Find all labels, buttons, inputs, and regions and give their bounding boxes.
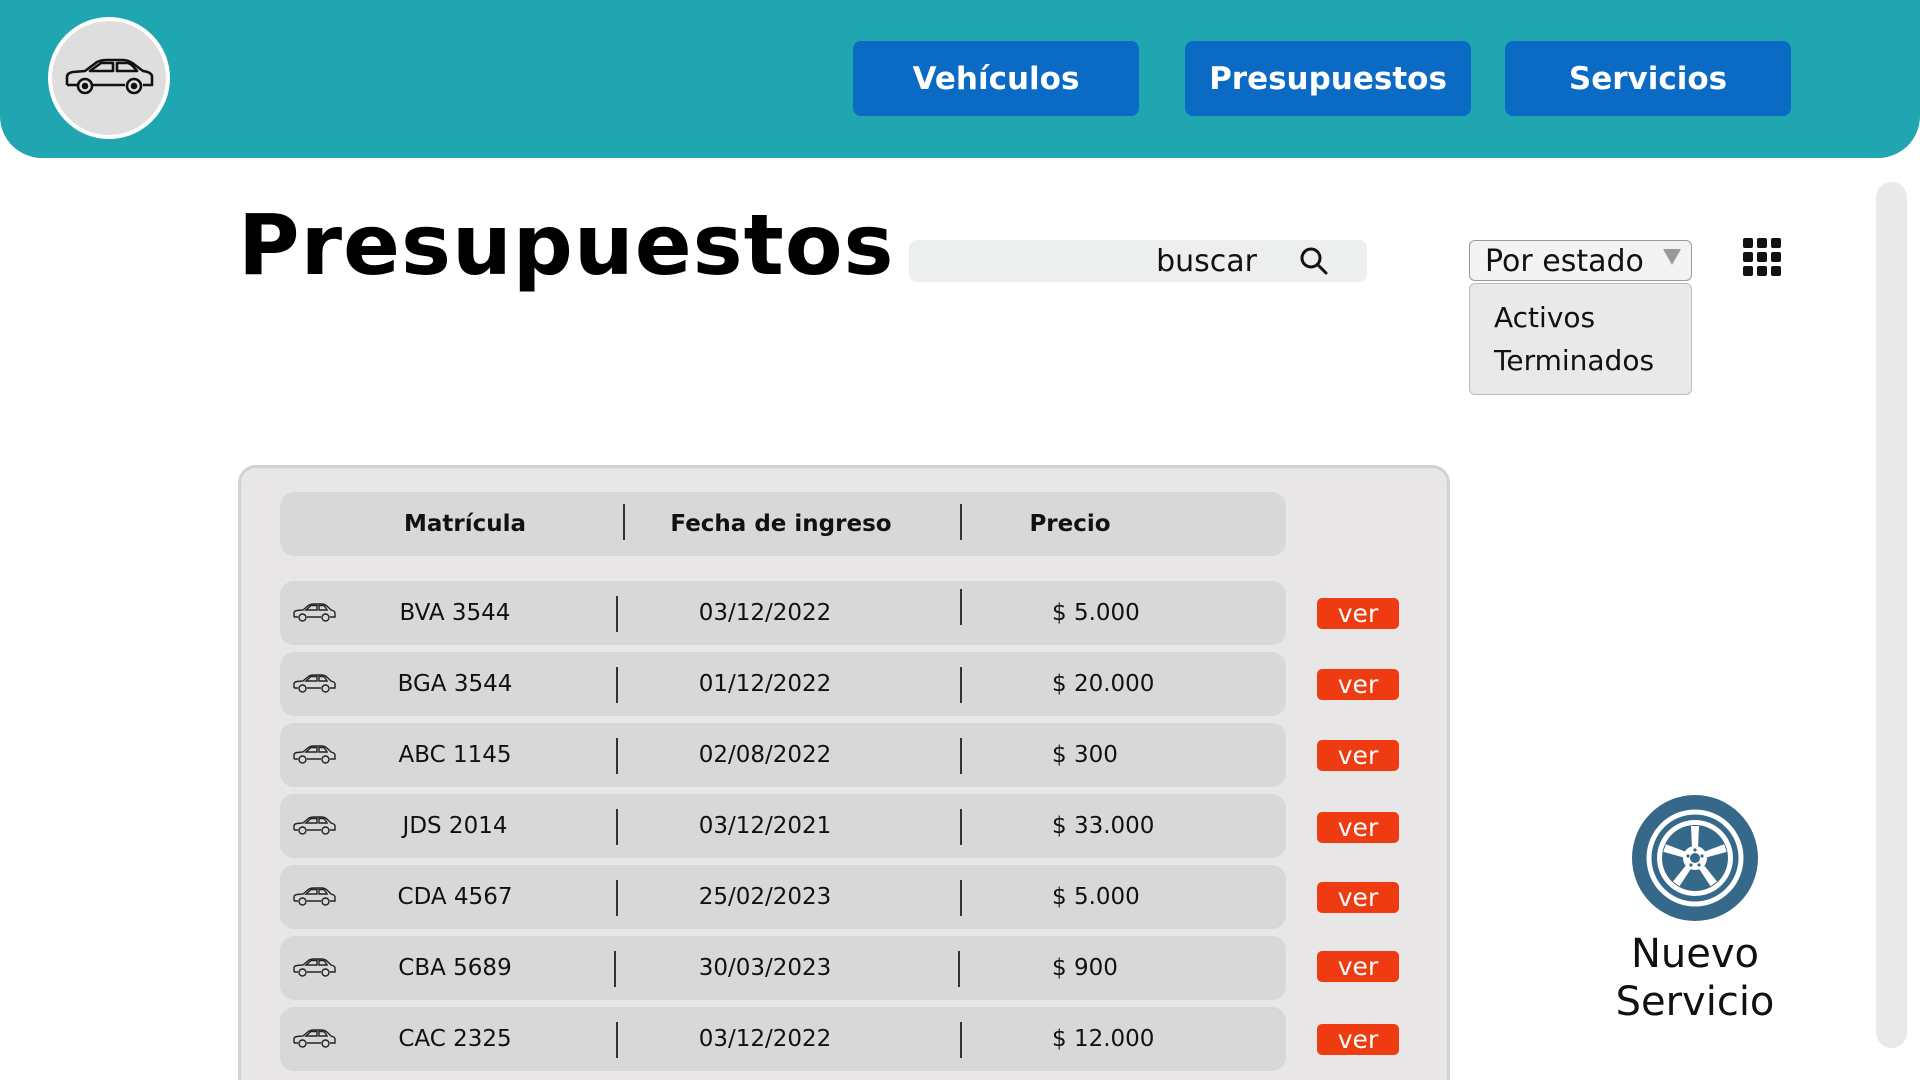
table-row[interactable]: BGA 3544 01/12/2022 $ 20.000 bbox=[280, 652, 1286, 716]
cell-fecha: 03/12/2022 bbox=[698, 1026, 832, 1052]
search-icon[interactable] bbox=[1299, 246, 1329, 276]
cell-fecha: 01/12/2022 bbox=[698, 671, 832, 697]
ver-button[interactable]: ver bbox=[1317, 598, 1399, 629]
cell-precio: $ 300 bbox=[1052, 742, 1118, 768]
new-service-label-line2: Servicio bbox=[1615, 979, 1775, 1025]
cell-fecha: 25/02/2023 bbox=[698, 884, 832, 910]
column-divider bbox=[960, 667, 962, 703]
cell-precio: $ 12.000 bbox=[1052, 1026, 1155, 1052]
ver-button[interactable]: ver bbox=[1317, 812, 1399, 843]
cell-precio: $ 5.000 bbox=[1052, 884, 1140, 910]
column-header-matricula: Matrícula bbox=[403, 511, 527, 537]
table-header: Matrícula Fecha de ingreso Precio bbox=[280, 492, 1286, 556]
table-row[interactable]: BVA 3544 03/12/2022 $ 5.000 bbox=[280, 581, 1286, 645]
ver-button[interactable]: ver bbox=[1317, 740, 1399, 771]
table-row[interactable]: JDS 2014 03/12/2021 $ 33.000 bbox=[280, 794, 1286, 858]
new-service-button[interactable] bbox=[1632, 795, 1758, 921]
wheel-icon bbox=[1646, 809, 1744, 907]
new-service-label: Nuevo Servicio bbox=[1600, 930, 1790, 1026]
vertical-scrollbar[interactable] bbox=[1876, 182, 1907, 1048]
cell-precio: $ 33.000 bbox=[1052, 813, 1155, 839]
status-filter-menu: Activos Terminados bbox=[1469, 283, 1692, 395]
column-divider bbox=[623, 504, 625, 540]
table-row[interactable]: CAC 2325 03/12/2022 $ 12.000 bbox=[280, 1007, 1286, 1071]
column-divider bbox=[960, 1022, 962, 1058]
cell-fecha: 03/12/2022 bbox=[698, 600, 832, 626]
menu-item-terminados[interactable]: Terminados bbox=[1494, 344, 1654, 377]
status-filter-label: Por estado bbox=[1485, 244, 1644, 279]
top-header: Vehículos Presupuestos Servicios bbox=[0, 0, 1920, 158]
search-input[interactable] bbox=[957, 240, 1257, 282]
cell-matricula: ABC 1145 bbox=[398, 742, 512, 768]
cell-precio: $ 5.000 bbox=[1052, 600, 1140, 626]
cell-matricula: BVA 3544 bbox=[399, 600, 511, 626]
column-divider bbox=[960, 809, 962, 845]
column-divider bbox=[960, 738, 962, 774]
cell-fecha: 03/12/2021 bbox=[698, 813, 832, 839]
logo-car-icon[interactable] bbox=[48, 17, 170, 139]
grid-menu-icon[interactable] bbox=[1743, 238, 1781, 276]
chevron-down-icon bbox=[1663, 249, 1681, 265]
cell-precio: $ 20.000 bbox=[1052, 671, 1155, 697]
cell-matricula: CAC 2325 bbox=[398, 1026, 512, 1052]
table-row[interactable]: ABC 1145 02/08/2022 $ 300 bbox=[280, 723, 1286, 787]
cell-fecha: 30/03/2023 bbox=[698, 955, 832, 981]
nav-servicios-button[interactable]: Servicios bbox=[1505, 41, 1791, 116]
column-divider bbox=[958, 951, 960, 987]
table-row[interactable]: CBA 5689 30/03/2023 $ 900 bbox=[280, 936, 1286, 1000]
new-service-label-line1: Nuevo bbox=[1630, 931, 1760, 977]
cell-matricula: BGA 3544 bbox=[397, 671, 513, 697]
cell-matricula: CBA 5689 bbox=[398, 955, 512, 981]
status-filter-select[interactable]: Por estado bbox=[1469, 240, 1692, 281]
column-header-precio: Precio bbox=[1029, 511, 1111, 537]
cell-matricula: CDA 4567 bbox=[397, 884, 513, 910]
page-title: Presupuestos bbox=[238, 196, 895, 294]
ver-button[interactable]: ver bbox=[1317, 951, 1399, 982]
ver-button[interactable]: ver bbox=[1317, 669, 1399, 700]
table-row[interactable]: CDA 4567 25/02/2023 $ 5.000 bbox=[280, 865, 1286, 929]
column-divider bbox=[960, 589, 962, 625]
column-divider bbox=[960, 880, 962, 916]
cell-matricula: JDS 2014 bbox=[402, 813, 508, 839]
nav-presupuestos-button[interactable]: Presupuestos bbox=[1185, 41, 1471, 116]
search-bar bbox=[909, 240, 1367, 282]
column-header-fecha: Fecha de ingreso bbox=[670, 511, 892, 537]
ver-button[interactable]: ver bbox=[1317, 1024, 1399, 1055]
menu-item-activos[interactable]: Activos bbox=[1494, 301, 1595, 334]
cell-precio: $ 900 bbox=[1052, 955, 1118, 981]
cell-fecha: 02/08/2022 bbox=[698, 742, 832, 768]
page: Vehículos Presupuestos Servicios Presupu… bbox=[0, 0, 1920, 1080]
ver-button[interactable]: ver bbox=[1317, 882, 1399, 913]
nav-vehiculos-button[interactable]: Vehículos bbox=[853, 41, 1139, 116]
